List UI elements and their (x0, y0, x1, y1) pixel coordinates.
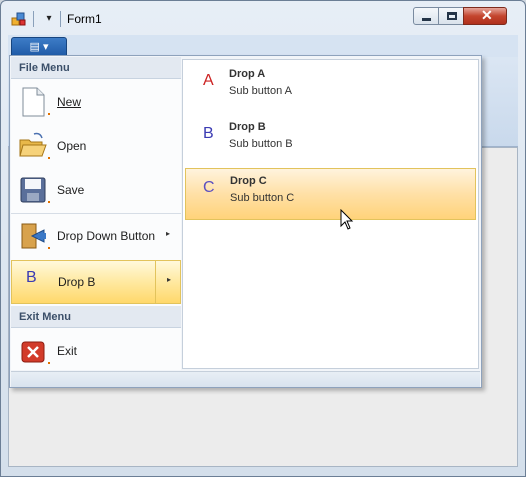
close-icon (21, 341, 45, 363)
exit-menu-header: Exit Menu (11, 306, 181, 328)
menu-item-label: Open (57, 139, 87, 153)
submenu-item-description: Sub button C (230, 192, 295, 204)
menu-item-open[interactable]: Open (11, 124, 181, 168)
close-window-button[interactable]: ✕ (463, 7, 507, 25)
letter-a-icon: A (203, 72, 214, 89)
menu-item-label: Save (57, 183, 85, 197)
submenu-item-title: Drop A (229, 68, 266, 80)
ribbon-tab-strip: ▤ ▾ (8, 35, 518, 57)
submenu-item-drop-b[interactable]: B Drop B Sub button B (185, 115, 476, 167)
submenu-item-drop-a[interactable]: A Drop A Sub button A (185, 62, 476, 114)
submenu-arrow-icon[interactable]: ▸ (167, 275, 171, 284)
application-menu-button[interactable]: ▤ ▾ (11, 37, 67, 57)
qat-dropdown-icon[interactable]: ▾ (41, 10, 57, 28)
shortcut-dot (48, 157, 50, 159)
app-icon[interactable] (11, 11, 27, 27)
submenu-item-description: Sub button B (229, 138, 293, 150)
menu-item-drop-b[interactable]: B Drop B ▸ (11, 260, 181, 304)
shortcut-dot (48, 247, 50, 249)
application-menu: File Menu New Open Save Drop Down Button… (9, 55, 482, 388)
menu-item-label: New (57, 95, 82, 109)
menu-item-drop-down-button[interactable]: Drop Down Button ▸ (11, 214, 181, 258)
maximize-icon (447, 12, 457, 20)
letter-b-icon: B (203, 125, 214, 142)
split-divider (155, 261, 156, 303)
submenu-pane: A Drop A Sub button A B Drop B Sub butto… (182, 59, 479, 369)
submenu-item-drop-c[interactable]: C Drop C Sub button C (185, 168, 476, 220)
exit-door-icon (21, 223, 46, 249)
shortcut-dot (48, 113, 50, 115)
submenu-item-description: Sub button A (229, 85, 292, 97)
mouse-pointer-icon (340, 209, 354, 230)
close-icon: ✕ (481, 7, 493, 23)
submenu-arrow-icon: ▸ (166, 229, 171, 238)
letter-b-icon: B (26, 269, 37, 286)
letter-c-icon: C (203, 179, 215, 196)
new-document-icon (22, 87, 45, 117)
open-folder-icon (19, 132, 47, 157)
submenu-item-title: Drop B (229, 121, 266, 133)
qat-separator (33, 11, 34, 27)
menu-item-label: Drop Down Button (57, 229, 156, 243)
shortcut-dot (48, 362, 50, 364)
maximize-button[interactable] (438, 7, 464, 25)
menu-footer (11, 371, 480, 387)
file-menu-header: File Menu (11, 57, 181, 79)
menu-item-new[interactable]: New (11, 80, 181, 124)
shortcut-dot (48, 201, 50, 203)
menu-item-label: Drop B (58, 275, 96, 289)
submenu-item-title: Drop C (230, 175, 267, 187)
save-disk-icon (20, 177, 46, 203)
menu-item-save[interactable]: Save (11, 168, 181, 212)
minimize-button[interactable] (413, 7, 439, 25)
menu-item-label: Exit (57, 344, 78, 358)
menu-item-exit[interactable]: Exit (11, 329, 181, 373)
window-title: Form1 (67, 12, 102, 26)
qat-separator (60, 11, 61, 27)
menu-left-pane: File Menu New Open Save Drop Down Button… (11, 57, 181, 370)
title-bar: ▾ Form1 ✕ (1, 1, 525, 35)
minimize-icon (422, 18, 431, 21)
